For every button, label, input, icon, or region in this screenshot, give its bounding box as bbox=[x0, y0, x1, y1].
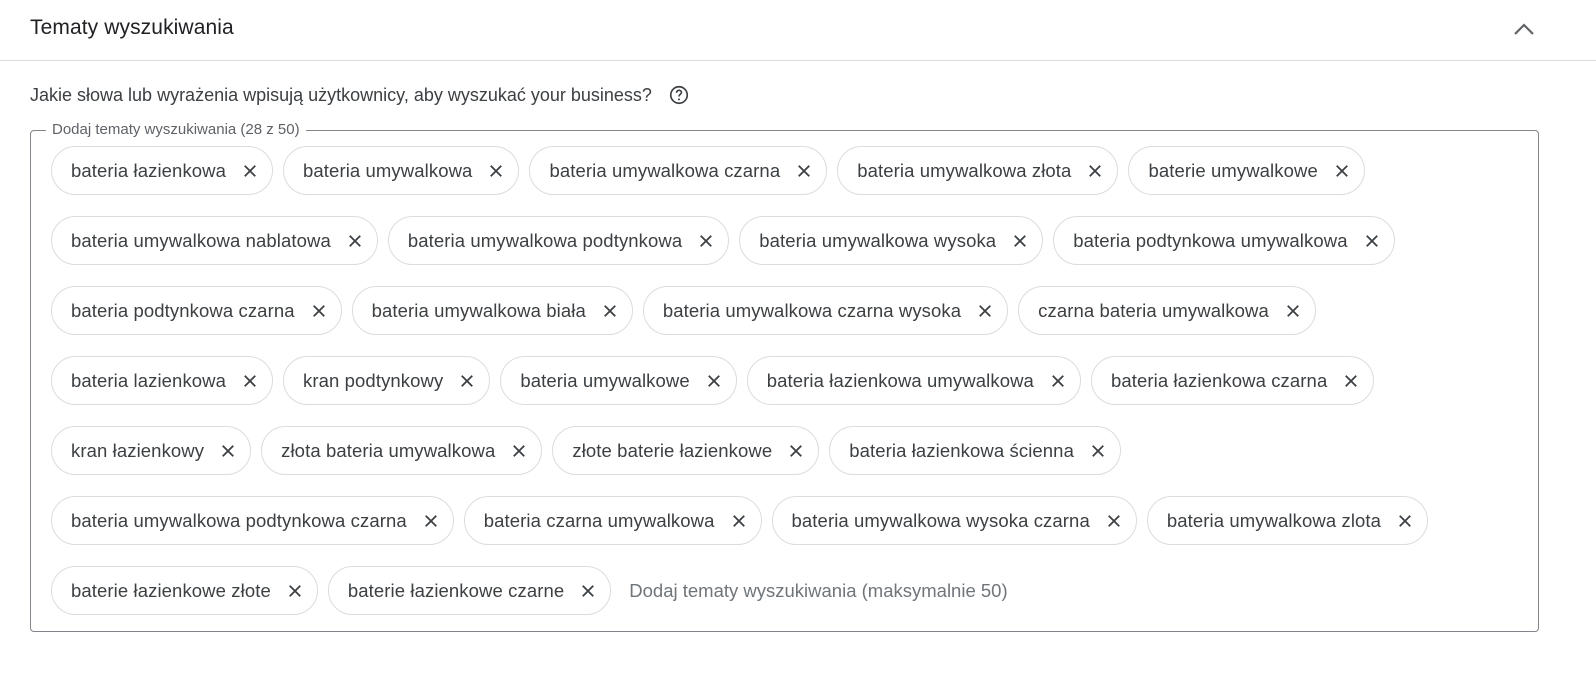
topic-chip-label: bateria umywalkowa czarna wysoka bbox=[662, 299, 962, 321]
topic-chip-label: bateria łazienkowa bbox=[71, 159, 227, 181]
close-icon[interactable] bbox=[1083, 159, 1107, 183]
close-icon[interactable] bbox=[455, 369, 479, 393]
topic-chip: bateria łazienkowa umywalkowa bbox=[746, 356, 1081, 405]
topic-chip: bateria umywalkowa bbox=[283, 146, 520, 195]
topic-chip: kran łazienkowy bbox=[51, 426, 252, 475]
close-icon[interactable] bbox=[576, 579, 600, 603]
section-header[interactable]: Tematy wyszukiwania bbox=[0, 0, 1596, 61]
topic-chip: bateria umywalkowa zlota bbox=[1146, 496, 1429, 545]
close-icon[interactable] bbox=[1281, 299, 1305, 323]
topic-chip-label: bateria umywalkowe bbox=[520, 369, 690, 391]
close-icon[interactable] bbox=[343, 229, 367, 253]
close-icon[interactable] bbox=[1086, 439, 1110, 463]
close-icon[interactable] bbox=[1008, 229, 1032, 253]
topic-chip: bateria umywalkowa podtynkowa bbox=[387, 216, 730, 265]
close-icon[interactable] bbox=[973, 299, 997, 323]
close-icon[interactable] bbox=[216, 439, 240, 463]
close-icon[interactable] bbox=[784, 439, 808, 463]
close-icon[interactable] bbox=[702, 369, 726, 393]
close-icon[interactable] bbox=[1046, 369, 1070, 393]
help-icon[interactable] bbox=[668, 84, 690, 106]
topic-chip-label: bateria łazienkowa umywalkowa bbox=[766, 369, 1034, 391]
topic-chip-label: kran łazienkowy bbox=[71, 439, 205, 461]
topic-chip: bateria łazienkowa ścienna bbox=[829, 426, 1121, 475]
topic-chip: czarna bateria umywalkowa bbox=[1018, 286, 1316, 335]
search-topics-question: Jakie słowa lub wyrażenia wpisują użytko… bbox=[30, 84, 690, 106]
topic-chip: baterie umywalkowe bbox=[1128, 146, 1365, 195]
close-icon[interactable] bbox=[1393, 509, 1417, 533]
topic-chip-label: bateria łazienkowa ścienna bbox=[849, 439, 1074, 461]
topic-chip-list: bateria łazienkowa bateria umywalkowa bate… bbox=[51, 146, 1521, 615]
close-icon[interactable] bbox=[507, 439, 531, 463]
topic-chip: bateria lazienkowa bbox=[51, 356, 274, 405]
topic-chip: bateria umywalkowa wysoka bbox=[739, 216, 1044, 265]
topic-chip: złota bateria umywalkowa bbox=[261, 426, 543, 475]
close-icon[interactable] bbox=[238, 369, 262, 393]
topic-chip: bateria umywalkowa czarna wysoka bbox=[642, 286, 1009, 335]
topic-chip-label: kran podtynkowy bbox=[303, 369, 444, 391]
close-icon[interactable] bbox=[307, 299, 331, 323]
topic-chip: bateria czarna umywalkowa bbox=[463, 496, 762, 545]
close-icon[interactable] bbox=[484, 159, 508, 183]
topic-chip: bateria umywalkowa złota bbox=[837, 146, 1119, 195]
topic-chip-label: bateria umywalkowa nablatowa bbox=[71, 229, 331, 251]
topic-chip-label: bateria umywalkowa zlota bbox=[1166, 509, 1382, 531]
topic-chip-label: bateria umywalkowa biała bbox=[371, 299, 586, 321]
topic-chip-label: złote baterie łazienkowe bbox=[572, 439, 773, 461]
close-icon[interactable] bbox=[1339, 369, 1363, 393]
topic-chip-label: bateria umywalkowa bbox=[303, 159, 473, 181]
topic-chip: bateria umywalkowa nablatowa bbox=[51, 216, 378, 265]
close-icon[interactable] bbox=[1102, 509, 1126, 533]
search-topics-field[interactable]: Dodaj tematy wyszukiwania (28 z 50) bate… bbox=[30, 121, 1539, 632]
topic-chip-label: bateria umywalkowa podtynkowa czarna bbox=[71, 509, 407, 531]
topic-chip: bateria podtynkowa czarna bbox=[51, 286, 342, 335]
topic-chip: złote baterie łazienkowe bbox=[552, 426, 820, 475]
topic-chip-label: baterie łazienkowe czarne bbox=[347, 579, 565, 601]
topic-chip-label: bateria podtynkowa czarna bbox=[71, 299, 295, 321]
topic-chip: bateria podtynkowa umywalkowa bbox=[1053, 216, 1395, 265]
topic-chip: bateria umywalkowe bbox=[500, 356, 737, 405]
topic-chip-label: bateria umywalkowa wysoka czarna bbox=[791, 509, 1090, 531]
close-icon[interactable] bbox=[283, 579, 307, 603]
topic-chip-label: bateria umywalkowa podtynkowa bbox=[407, 229, 683, 251]
topic-chip-label: złota bateria umywalkowa bbox=[281, 439, 496, 461]
close-icon[interactable] bbox=[694, 229, 718, 253]
question-text: Jakie słowa lub wyrażenia wpisują użytko… bbox=[30, 84, 652, 105]
topic-chip-label: baterie łazienkowe złote bbox=[71, 579, 271, 601]
close-icon[interactable] bbox=[1360, 229, 1384, 253]
collapse-button[interactable] bbox=[1506, 12, 1542, 48]
section-title: Tematy wyszukiwania bbox=[30, 16, 234, 39]
topic-chip-label: bateria lazienkowa bbox=[71, 369, 227, 391]
close-icon[interactable] bbox=[792, 159, 816, 183]
close-icon[interactable] bbox=[598, 299, 622, 323]
topic-chip: bateria łazienkowa bbox=[51, 146, 274, 195]
topic-chip-label: baterie umywalkowe bbox=[1148, 159, 1318, 181]
topic-chip-label: czarna bateria umywalkowa bbox=[1038, 299, 1269, 321]
topic-chip-label: bateria czarna umywalkowa bbox=[483, 509, 715, 531]
topic-chip: baterie łazienkowe czarne bbox=[327, 566, 612, 615]
close-icon[interactable] bbox=[1330, 159, 1354, 183]
close-icon[interactable] bbox=[727, 509, 751, 533]
close-icon[interactable] bbox=[419, 509, 443, 533]
topic-chip: bateria umywalkowa biała bbox=[351, 286, 633, 335]
topic-chip-label: bateria podtynkowa umywalkowa bbox=[1073, 229, 1348, 251]
topic-chip: bateria umywalkowa czarna bbox=[529, 146, 828, 195]
topic-chip-label: bateria umywalkowa czarna bbox=[549, 159, 781, 181]
topic-chip-label: bateria łazienkowa czarna bbox=[1110, 369, 1328, 391]
topic-chip: bateria umywalkowa podtynkowa czarna bbox=[51, 496, 454, 545]
add-topic-input[interactable] bbox=[621, 566, 1050, 615]
field-legend: Dodaj tematy wyszukiwania (28 z 50) bbox=[46, 121, 306, 139]
close-icon[interactable] bbox=[238, 159, 262, 183]
chevron-up-icon bbox=[1514, 23, 1534, 35]
topic-chip-label: bateria umywalkowa złota bbox=[857, 159, 1072, 181]
topic-chip: bateria umywalkowa wysoka czarna bbox=[771, 496, 1137, 545]
topic-chip-label: bateria umywalkowa wysoka bbox=[759, 229, 997, 251]
topic-chip: kran podtynkowy bbox=[283, 356, 491, 405]
topic-chip: bateria łazienkowa czarna bbox=[1090, 356, 1375, 405]
topic-chip: baterie łazienkowe złote bbox=[51, 566, 318, 615]
